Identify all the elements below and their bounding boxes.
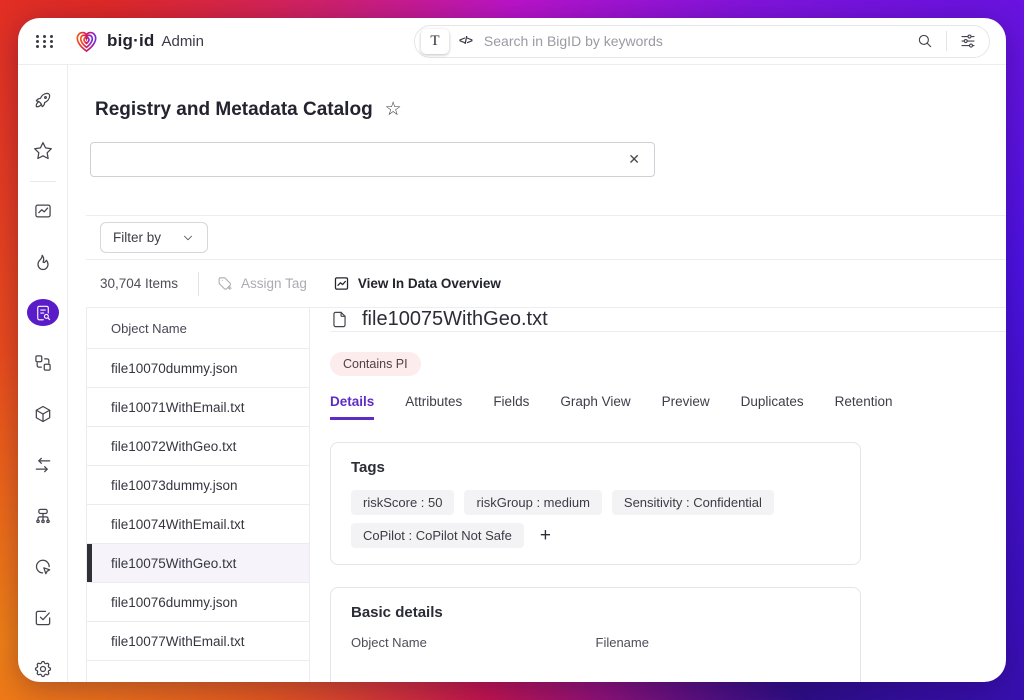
basic-detail-label: Filename <box>596 635 841 650</box>
cube-icon <box>33 404 53 424</box>
page-title: Registry and Metadata Catalog <box>95 99 373 121</box>
detail-header: file10075WithGeo.txt <box>330 308 1006 332</box>
basic-details-title: Basic details <box>351 604 840 621</box>
tab-fields[interactable]: Fields <box>493 394 529 420</box>
sidebar-item-classification[interactable] <box>27 350 59 377</box>
app-window: big·id Admin T </> Search in BigID by ke… <box>18 18 1006 682</box>
policy-pointer-icon <box>33 557 53 577</box>
sidebar-item-settings[interactable] <box>27 655 59 682</box>
bigid-logo[interactable]: big·id Admin <box>73 28 204 55</box>
contains-pi-badge: Contains PI <box>330 352 421 376</box>
catalog-panel: Filter by 30,704 Items Assign <box>86 215 1006 682</box>
catalog-search-input[interactable] <box>105 152 628 168</box>
list-item-partial[interactable] <box>87 661 309 682</box>
basic-details-card: Basic details Object Name Filename <box>330 587 861 682</box>
apps-grid-icon[interactable] <box>36 35 55 48</box>
data-overview-icon <box>333 275 350 292</box>
list-item[interactable]: file10076dummy.json <box>87 583 309 622</box>
list-item[interactable]: file10073dummy.json <box>87 466 309 505</box>
view-overview-label: View In Data Overview <box>358 276 501 291</box>
detail-file-name: file10075WithGeo.txt <box>362 308 548 331</box>
results-toolbar: 30,704 Items Assign Tag View In Dat <box>86 260 1006 308</box>
sidebar-item-access-intelligence[interactable] <box>27 503 59 530</box>
tab-attributes[interactable]: Attributes <box>405 394 462 420</box>
bigid-logo-icon <box>73 28 100 55</box>
list-item[interactable]: file10070dummy.json <box>87 349 309 388</box>
sidebar-item-overview[interactable] <box>27 198 59 225</box>
tag-pill[interactable]: Sensitivity : Confidential <box>612 490 774 515</box>
list-item[interactable]: file10077WithEmail.txt <box>87 622 309 661</box>
assign-tag-button[interactable]: Assign Tag <box>217 275 307 292</box>
favorite-star-icon[interactable]: ☆ <box>385 98 402 121</box>
list-item-selected[interactable]: file10075WithGeo.txt <box>87 544 309 583</box>
tag-pill[interactable]: riskGroup : medium <box>464 490 601 515</box>
assign-tag-label: Assign Tag <box>241 276 307 291</box>
object-list: Object Name file10070dummy.json file1007… <box>86 308 310 682</box>
list-item[interactable]: file10074WithEmail.txt <box>87 505 309 544</box>
query-search-toggle[interactable]: </> <box>459 35 472 47</box>
top-bar: big·id Admin T </> Search in BigID by ke… <box>18 18 1006 65</box>
filter-row: Filter by <box>86 216 1006 260</box>
checkbox-icon <box>33 608 53 628</box>
object-list-header: Object Name <box>87 308 309 349</box>
main-content: Registry and Metadata Catalog ☆ ✕ Filter… <box>68 65 1006 682</box>
search-icon[interactable] <box>916 32 934 50</box>
global-search-bar[interactable]: T </> Search in BigID by keywords <box>414 25 990 58</box>
tag-pill[interactable]: riskScore : 50 <box>351 490 454 515</box>
file-icon <box>330 310 349 329</box>
gear-icon <box>33 659 53 679</box>
text-search-toggle[interactable]: T <box>421 29 449 54</box>
nav-sidebar <box>18 65 68 682</box>
star-icon <box>33 141 53 161</box>
global-search-placeholder[interactable]: Search in BigID by keywords <box>484 33 916 49</box>
sidebar-item-favorites[interactable] <box>27 138 59 165</box>
sidebar-item-hotspots[interactable] <box>27 248 59 275</box>
add-tag-button[interactable]: + <box>540 526 551 545</box>
brand-name: big·id <box>107 31 154 51</box>
filter-by-button[interactable]: Filter by <box>100 222 208 253</box>
catalog-search-icon <box>34 304 52 322</box>
object-detail: file10075WithGeo.txt Contains PI Details… <box>310 308 1006 682</box>
tab-retention[interactable]: Retention <box>835 394 893 420</box>
tab-graph-view[interactable]: Graph View <box>560 394 630 420</box>
list-item[interactable]: file10072WithGeo.txt <box>87 427 309 466</box>
transform-icon <box>33 353 53 373</box>
sidebar-item-action-center[interactable] <box>27 604 59 631</box>
filter-by-label: Filter by <box>113 230 161 245</box>
detail-tabs: Details Attributes Fields Graph View Pre… <box>330 394 1006 420</box>
sidebar-item-data-flows[interactable] <box>27 452 59 479</box>
image-chart-icon <box>33 201 53 221</box>
sidebar-item-catalog[interactable] <box>27 299 59 326</box>
tab-preview[interactable]: Preview <box>662 394 710 420</box>
sidebar-divider <box>30 181 56 182</box>
list-item[interactable]: file10071WithEmail.txt <box>87 388 309 427</box>
view-in-data-overview-button[interactable]: View In Data Overview <box>333 275 501 292</box>
hierarchy-icon <box>33 506 53 526</box>
sidebar-item-getting-started[interactable] <box>27 87 59 114</box>
clear-search-icon[interactable]: ✕ <box>628 151 640 168</box>
advanced-filters-icon[interactable] <box>959 32 977 50</box>
search-divider <box>946 31 947 51</box>
catalog-search-box[interactable]: ✕ <box>90 142 655 177</box>
tab-details[interactable]: Details <box>330 394 374 420</box>
swap-arrows-icon <box>33 455 53 475</box>
toolbar-divider <box>198 272 199 296</box>
product-name: Admin <box>161 33 204 50</box>
basic-detail-label: Object Name <box>351 635 596 650</box>
tag-pill[interactable]: CoPilot : CoPilot Not Safe <box>351 523 524 548</box>
items-count: 30,704 Items <box>100 276 178 291</box>
tags-card-title: Tags <box>351 459 840 476</box>
chevron-down-icon <box>181 231 195 245</box>
tags-card: Tags riskScore : 50 riskGroup : medium S… <box>330 442 861 565</box>
sidebar-item-data-sources[interactable] <box>27 401 59 428</box>
sidebar-item-policies[interactable] <box>27 553 59 580</box>
tag-plus-icon <box>217 275 234 292</box>
rocket-icon <box>33 90 53 110</box>
flame-icon <box>33 252 53 272</box>
tab-duplicates[interactable]: Duplicates <box>741 394 804 420</box>
